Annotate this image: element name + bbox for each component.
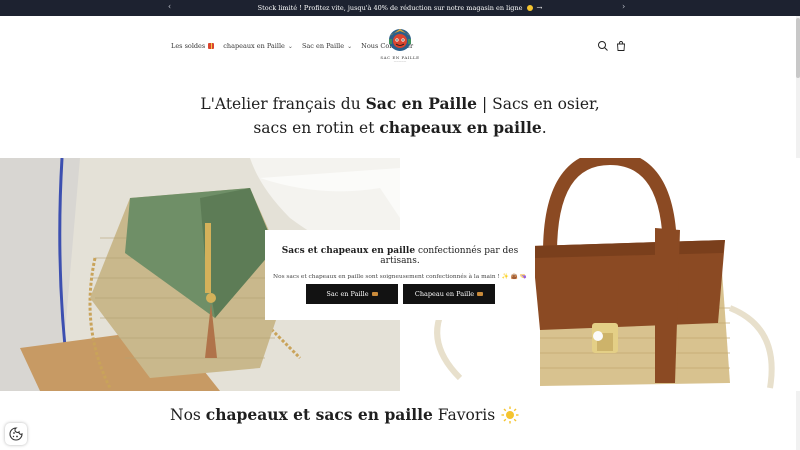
- chapeau-en-paille-button[interactable]: Chapeau en Paille: [403, 284, 495, 304]
- announcement-text: Stock limité ! Profitez vite, jusqu'à 40…: [257, 4, 523, 12]
- site-header: Les soldes chapeaux en Paille ⌄ Sac en P…: [0, 16, 800, 76]
- arrow-right-icon: →: [536, 4, 543, 12]
- hat-icon: [477, 292, 484, 296]
- section-title-part: Favoris: [432, 406, 496, 424]
- section-title-bold: chapeaux et sacs en paille: [205, 405, 433, 424]
- chevron-down-icon: ⌄: [287, 42, 293, 50]
- main-nav: Les soldes chapeaux en Paille ⌄ Sac en P…: [171, 42, 413, 50]
- site-logo[interactable]: SAC EN PAILLE —————: [379, 26, 421, 68]
- card-title-bold: Sacs et chapeaux en paille: [281, 246, 416, 256]
- nav-label-soldes: Les soldes: [171, 42, 206, 50]
- hero-title-bold: Sac en Paille: [365, 94, 478, 113]
- card-text: Nos sacs et chapeaux en paille sont soig…: [273, 274, 527, 280]
- card-title: Sacs et chapeaux en paille confectionnés…: [265, 246, 535, 266]
- nav-item-soldes[interactable]: Les soldes: [171, 42, 215, 50]
- hero-title: L'Atelier français du Sac en Paille | Sa…: [200, 92, 600, 140]
- nav-item-chapeaux[interactable]: chapeaux en Paille ⌄: [223, 42, 293, 50]
- cookie-icon: [9, 427, 23, 441]
- hero-title-part: .: [541, 119, 547, 137]
- announcement-message[interactable]: Stock limité ! Profitez vite, jusqu'à 40…: [258, 4, 543, 12]
- nav-label-chapeaux: chapeaux en Paille: [223, 42, 285, 50]
- bag-icon: [371, 292, 378, 296]
- chevron-down-icon: ⌄: [347, 42, 353, 50]
- hero-card: Sacs et chapeaux en paille confectionnés…: [265, 230, 535, 320]
- gift-icon: [208, 43, 215, 49]
- chevron-left-icon[interactable]: ‹: [168, 2, 171, 11]
- section-title-part: Nos: [170, 406, 206, 424]
- sac-button-label: Sac en Paille: [326, 290, 369, 298]
- scrollbar-thumb[interactable]: [796, 18, 800, 78]
- sun-icon: [501, 406, 519, 423]
- nav-item-sacs[interactable]: Sac en Paille ⌄: [302, 42, 352, 50]
- cart-icon[interactable]: [615, 40, 627, 52]
- hero-title-part: L'Atelier français du: [200, 95, 366, 113]
- favorites-section-title: Nos chapeaux et sacs en paille Favoris: [170, 405, 519, 424]
- chapeau-button-label: Chapeau en Paille: [414, 290, 475, 298]
- sac-en-paille-button[interactable]: Sac en Paille: [306, 284, 398, 304]
- chevron-right-icon[interactable]: ›: [622, 2, 625, 11]
- hero-title-bold: chapeaux en paille: [379, 118, 542, 137]
- nav-label-sacs: Sac en Paille: [301, 42, 345, 50]
- cookie-settings-button[interactable]: [5, 423, 27, 445]
- logo-mask-icon: [389, 29, 411, 51]
- emoji-icon: [526, 5, 533, 11]
- search-icon[interactable]: [597, 40, 609, 52]
- logo-subtext: —————: [393, 60, 407, 63]
- card-buttons: Sac en Paille Chapeau en Paille: [306, 284, 495, 304]
- announcement-bar: ‹ Stock limité ! Profitez vite, jusqu'à …: [0, 0, 800, 16]
